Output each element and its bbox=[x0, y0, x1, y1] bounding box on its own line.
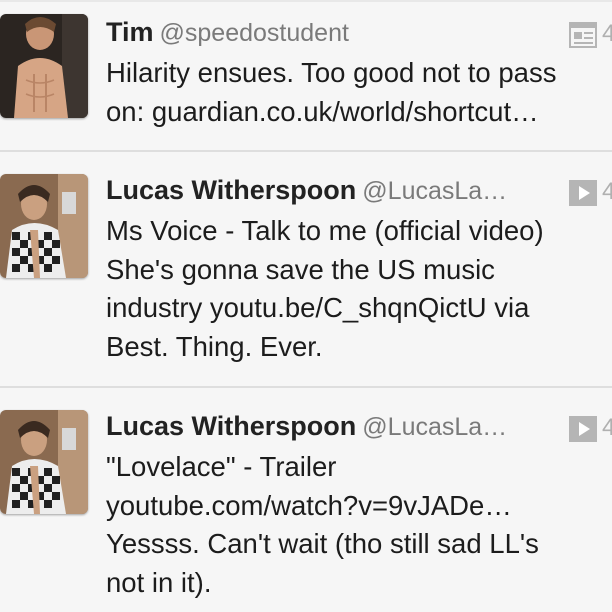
avatar[interactable] bbox=[0, 410, 88, 514]
tweet-link-line[interactable]: on: guardian.co.uk/world/shortcut… bbox=[106, 93, 612, 132]
tweet-card[interactable]: Lucas Witherspoon @LucasLa… 4 "Lovelace" … bbox=[0, 388, 612, 612]
tweet-text-line: Hilarity ensues. Too good not to pass bbox=[106, 57, 557, 88]
tweet-text-line: "Lovelace" - Trailer bbox=[106, 451, 337, 482]
author-handle[interactable]: @LucasLa… bbox=[362, 177, 507, 205]
tweet-card[interactable]: Lucas Witherspoon @LucasLa… 4 Ms Voice - … bbox=[0, 152, 612, 388]
tweet-text[interactable]: "Lovelace" - Trailer youtube.com/watch?v… bbox=[106, 448, 612, 602]
tweet-text-line: She's gonna save the US music bbox=[106, 253, 495, 285]
avatar[interactable] bbox=[0, 14, 88, 118]
tweet-timestamp: 4 bbox=[602, 20, 612, 47]
tweet-text[interactable]: Hilarity ensues. Too good not to pass on… bbox=[106, 54, 612, 131]
author-name[interactable]: Lucas Witherspoon bbox=[106, 411, 356, 441]
video-play-icon[interactable] bbox=[569, 180, 597, 206]
tweet-text[interactable]: Ms Voice - Talk to me (official video) S… bbox=[106, 212, 612, 366]
tweet-header: Tim @speedostudent bbox=[106, 16, 349, 49]
author-name[interactable]: Lucas Witherspoon bbox=[106, 175, 356, 205]
avatar[interactable] bbox=[0, 174, 88, 278]
author-name[interactable]: Tim bbox=[106, 17, 154, 47]
video-play-icon[interactable] bbox=[569, 416, 597, 442]
tweet-card[interactable]: Tim @speedostudent 4 Hilarity ensues. Too… bbox=[0, 0, 612, 152]
tweet-link-line[interactable]: industry youtu.be/C_shqnQictU via bbox=[106, 289, 612, 328]
author-handle[interactable]: @LucasLa… bbox=[362, 413, 507, 441]
tweet-text-line: Ms Voice - Talk to me (official video) bbox=[106, 215, 544, 246]
author-handle[interactable]: @speedostudent bbox=[160, 19, 349, 47]
tweet-text-line: Yessss. Can't wait (tho still sad LL's bbox=[106, 528, 539, 559]
tweet-timestamp: 4 bbox=[602, 414, 612, 441]
tweet-text-line: not in it). bbox=[106, 566, 212, 598]
tweet-timestamp: 4 bbox=[602, 178, 612, 205]
timeline[interactable]: Tim @speedostudent 4 Hilarity ensues. Too… bbox=[0, 0, 612, 612]
tweet-header: Lucas Witherspoon @LucasLa… bbox=[106, 410, 507, 443]
tweet-text-line: Best. Thing. Ever. bbox=[106, 330, 323, 362]
tweet-link-line[interactable]: youtube.com/watch?v=9vJADe… bbox=[106, 487, 612, 526]
tweet-header: Lucas Witherspoon @LucasLa… bbox=[106, 174, 507, 207]
article-icon[interactable] bbox=[569, 22, 597, 48]
